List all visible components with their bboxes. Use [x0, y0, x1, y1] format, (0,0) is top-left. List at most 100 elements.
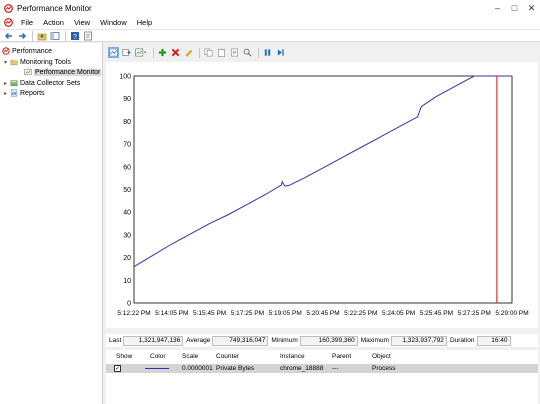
paste-icon — [218, 48, 225, 57]
highlight-button[interactable] — [183, 47, 194, 58]
forward-button[interactable] — [16, 30, 27, 41]
x-tick-label: 5:22:25 PM — [344, 310, 377, 317]
up-level-button[interactable] — [36, 30, 47, 41]
y-tick-label: 70 — [123, 142, 131, 149]
y-tick-label: 0 — [127, 301, 131, 308]
view-current-activity-button[interactable] — [108, 47, 119, 58]
toolbar-separator — [65, 30, 66, 41]
header-counter[interactable]: Counter — [216, 353, 239, 360]
minimum-value: 160,399,360 — [299, 335, 358, 346]
help-icon: ? — [70, 31, 79, 40]
tree-item-performance-monitor[interactable]: Performance Monitor — [24, 67, 102, 77]
paste-counter-list-button[interactable] — [216, 47, 227, 58]
y-tick-label: 40 — [123, 210, 131, 217]
menu-help[interactable]: Help — [132, 18, 157, 27]
tree-item-reports-label: Reports — [20, 89, 45, 97]
menu-action[interactable]: Action — [38, 18, 69, 27]
counter-parent: --- — [332, 365, 339, 372]
last-label: Last — [109, 337, 122, 344]
duration-label: Duration — [449, 337, 475, 344]
view-log-data-button[interactable] — [121, 47, 132, 58]
tree-item-reports[interactable]: ▸ Reports — [4, 88, 45, 98]
delete-counter-button[interactable] — [170, 47, 181, 58]
y-axis-ticks: 0 10 20 30 40 50 60 70 80 90 100 — [119, 74, 131, 308]
maximum-label: Maximum — [360, 337, 389, 344]
x-tick-label: 5:29:00 PM — [495, 310, 528, 317]
header-object[interactable]: Object — [372, 353, 391, 360]
add-counter-button[interactable] — [157, 47, 168, 58]
performance-monitor-menu-icon[interactable] — [4, 18, 13, 27]
y-tick-label: 80 — [123, 119, 131, 126]
tree-item-performance-monitor-label: Performance Monitor — [34, 68, 102, 76]
help-button[interactable]: ? — [69, 30, 80, 41]
folder-icon — [10, 59, 18, 65]
change-graph-type-button[interactable] — [134, 47, 148, 58]
header-scale[interactable]: Scale — [182, 353, 198, 360]
x-tick-label: 5:17:25 PM — [231, 310, 264, 317]
performance-chart[interactable]: 0 10 20 30 40 50 60 70 80 90 100 5:12:22 PM 5:14:05… — [106, 62, 538, 328]
header-parent[interactable]: Parent — [332, 353, 351, 360]
highlighter-pen-icon — [185, 49, 193, 57]
show-hide-console-tree-button[interactable] — [49, 30, 60, 41]
tree-item-monitoring-tools[interactable]: ▾ Monitoring Tools — [4, 57, 71, 67]
x-tick-label: 5:12:22 PM — [117, 310, 150, 317]
graph-type-icon — [134, 48, 146, 57]
folder-up-icon — [37, 33, 46, 40]
properties-button[interactable] — [229, 47, 240, 58]
y-tick-label: 30 — [123, 232, 131, 239]
performance-monitor-window: Performance Monitor – □ ✕ File Action Vi… — [0, 0, 540, 404]
header-instance[interactable]: Instance — [280, 353, 305, 360]
minimize-button[interactable]: – — [489, 0, 506, 16]
menu-view[interactable]: View — [69, 18, 95, 27]
svg-text:?: ? — [73, 33, 77, 40]
tree-item-monitoring-tools-label: Monitoring Tools — [20, 58, 71, 66]
counter-row[interactable]: ✓ 0.0000001 Private Bytes chrome_18888 -… — [106, 364, 538, 373]
performance-icon — [2, 47, 10, 55]
chart-icon — [24, 68, 32, 76]
main-toolbar: ? — [0, 29, 540, 42]
step-forward-icon — [277, 49, 284, 56]
menu-bar: File Action View Window Help — [0, 16, 540, 29]
x-tick-label: 5:15:45 PM — [193, 310, 226, 317]
x-tick-label: 5:25:45 PM — [420, 310, 453, 317]
last-value: 1,321,947,136 — [123, 335, 184, 346]
menu-file[interactable]: File — [16, 18, 38, 27]
toolbar-separator — [32, 30, 33, 41]
reports-icon — [11, 89, 17, 97]
zoom-button[interactable] — [242, 47, 253, 58]
y-tick-label: 20 — [123, 255, 131, 262]
maximize-icon: □ — [511, 3, 518, 13]
x-tick-label: 5:27:25 PM — [458, 310, 491, 317]
menu-window[interactable]: Window — [95, 18, 132, 27]
window-controls: – □ ✕ — [489, 0, 540, 16]
close-button[interactable]: ✕ — [523, 0, 540, 16]
back-arrow-icon — [4, 32, 12, 39]
graph-toolbar — [106, 45, 538, 60]
statistics-bar: Last 1,321,947,136 Average 749,316,047 M… — [106, 334, 538, 347]
maximum-value: 1,323,937,792 — [390, 335, 447, 346]
tree-item-performance[interactable]: Performance — [2, 46, 52, 56]
update-data-button[interactable] — [275, 47, 286, 58]
freeze-display-button[interactable] — [262, 47, 273, 58]
counter-legend-table: Show Color Scale Counter Instance Parent… — [106, 350, 538, 404]
back-button[interactable] — [3, 30, 14, 41]
tree-item-data-collector-sets[interactable]: ▸ Data Collector Sets — [4, 78, 80, 88]
y-tick-label: 60 — [123, 164, 131, 171]
show-checkbox[interactable]: ✓ — [114, 365, 121, 372]
header-show[interactable]: Show — [116, 353, 132, 360]
x-tick-label: 5:14:05 PM — [155, 310, 188, 317]
copy-properties-button[interactable] — [203, 47, 214, 58]
pause-icon — [264, 49, 271, 56]
properties-button[interactable] — [82, 30, 93, 41]
maximize-button[interactable]: □ — [506, 0, 523, 16]
properties-icon — [231, 48, 238, 57]
data-collector-sets-icon — [10, 80, 18, 86]
minimum-label: Minimum — [271, 337, 298, 344]
header-color[interactable]: Color — [150, 353, 166, 360]
chart-svg: 0 10 20 30 40 50 60 70 80 90 100 5:12:22 PM 5:14:05… — [117, 74, 528, 318]
window-title: Performance Monitor — [17, 3, 92, 13]
magnifier-icon — [243, 48, 252, 57]
x-tick-label: 5:20:45 PM — [306, 310, 339, 317]
counter-table-header: Show Color Scale Counter Instance Parent… — [106, 353, 538, 363]
performance-monitor-panel: 0 10 20 30 40 50 60 70 80 90 100 5:12:22 PM 5:14:05… — [104, 43, 540, 404]
